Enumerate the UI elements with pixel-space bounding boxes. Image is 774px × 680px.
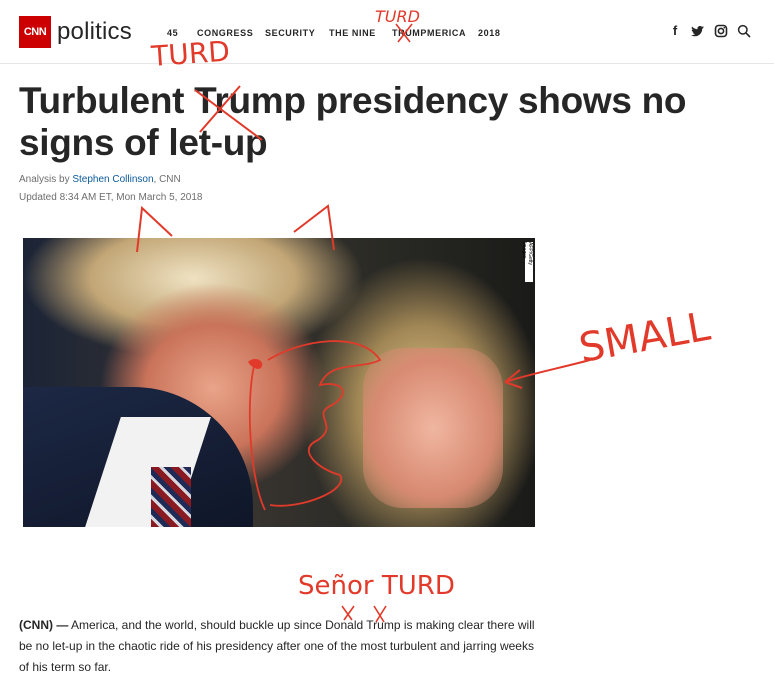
article-byline: Analysis by Stephen Collinson, CNN — [19, 174, 181, 185]
twitter-icon[interactable] — [691, 24, 705, 38]
facebook-icon[interactable]: f — [668, 24, 682, 38]
lead-label: (CNN) — — [19, 618, 69, 632]
photo-credit: AFP/Getty Images — [521, 242, 533, 282]
social-links: f — [668, 24, 751, 38]
annotation-body-note: Señor TURD — [298, 571, 455, 601]
section-name[interactable]: politics — [57, 18, 132, 46]
nav-item-congress[interactable]: CONGRESS — [197, 28, 253, 38]
lead-text: America, and the world, should buckle up… — [19, 618, 535, 674]
nav-item-2018[interactable]: 2018 — [478, 28, 500, 38]
annotation-photo-note: SMALL — [576, 304, 715, 372]
article-photo[interactable]: AFP/Getty Images — [23, 238, 535, 527]
byline-suffix: , CNN — [153, 174, 181, 185]
photo-tie — [151, 467, 191, 527]
article-headline: Turbulent Trump presidency shows no sign… — [19, 80, 687, 163]
updated-timestamp: Updated 8:34 AM ET, Mon March 5, 2018 — [19, 192, 203, 203]
nav-item-trumpmerica[interactable]: TRUMPMERICA — [392, 28, 466, 38]
site-header: CNN politics 45 CONGRESS SECURITY THE NI… — [0, 0, 774, 64]
nav-item-security[interactable]: SECURITY — [265, 28, 315, 38]
search-icon[interactable] — [737, 24, 751, 38]
author-link[interactable]: Stephen Collinson — [72, 174, 153, 185]
nav-item-45[interactable]: 45 — [167, 28, 178, 38]
byline-prefix: Analysis by — [19, 174, 73, 185]
cnn-logo-mark[interactable]: CNN — [19, 16, 51, 48]
article-lead-paragraph: (CNN) — America, and the world, should b… — [19, 615, 544, 678]
photo-hand — [363, 348, 503, 508]
nav-item-the-nine[interactable]: THE NINE — [329, 28, 376, 38]
cnn-politics-logo[interactable]: CNN politics — [19, 16, 132, 48]
instagram-icon[interactable] — [714, 24, 728, 38]
